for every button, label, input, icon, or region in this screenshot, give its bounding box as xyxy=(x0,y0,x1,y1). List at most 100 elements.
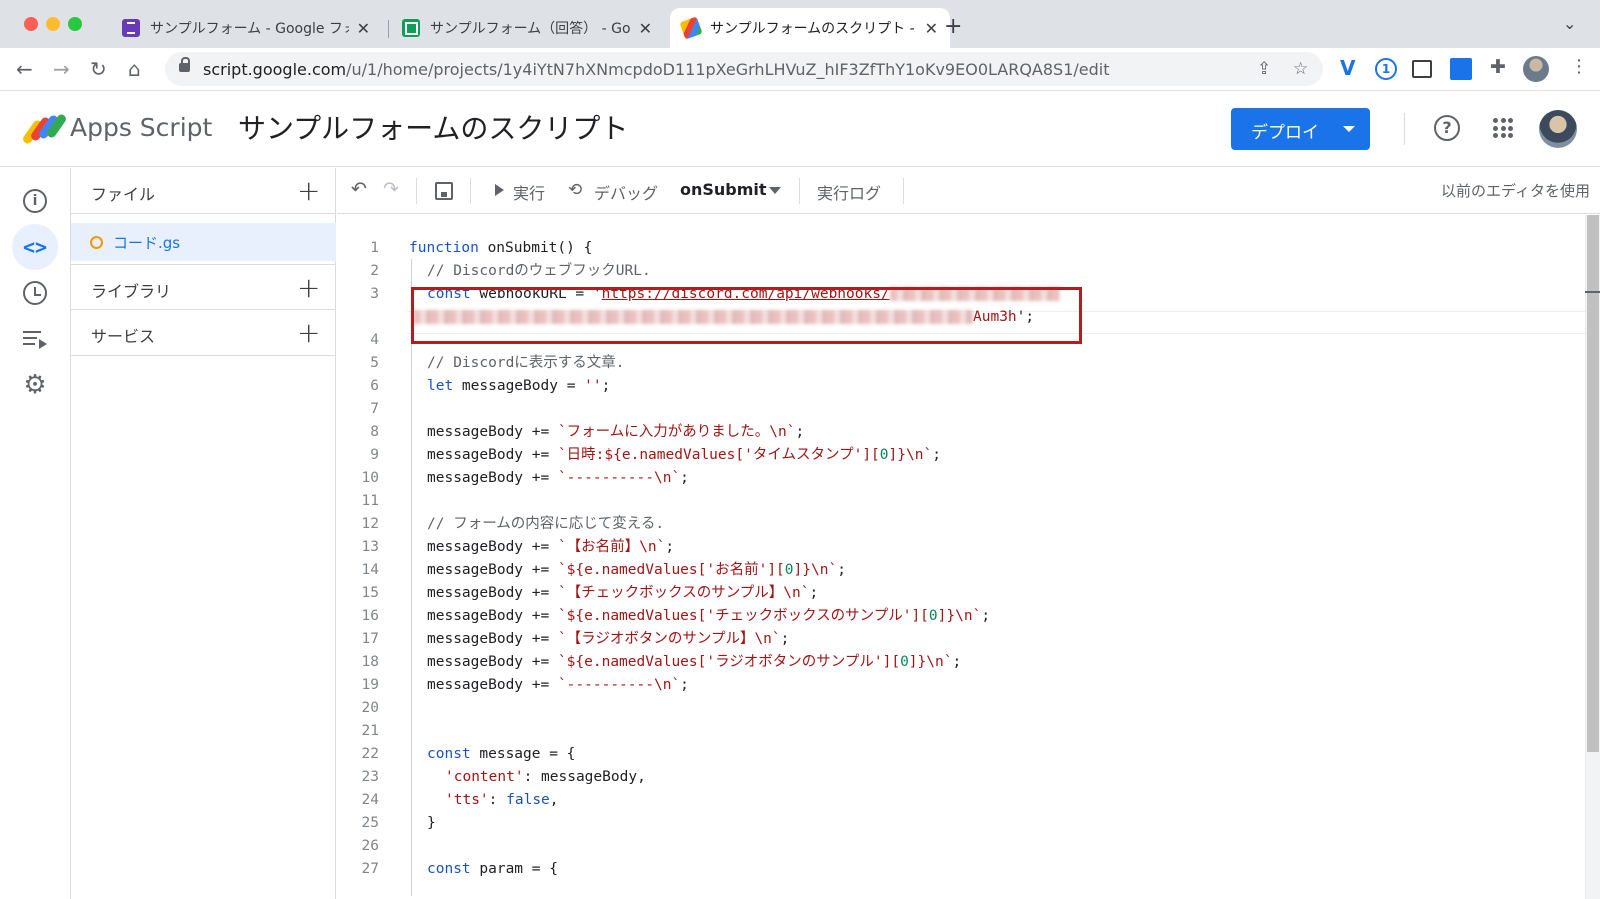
code-line: 25} xyxy=(337,812,1585,835)
back-arrow-icon[interactable]: ← xyxy=(16,57,33,81)
run-button[interactable]: 実行 xyxy=(513,180,545,204)
code-line: 13 messageBody += `【お名前】\n`; xyxy=(337,536,1585,559)
code-token: 'チェックボックスのサンプル' xyxy=(706,608,912,624)
file-item-code-gs[interactable]: コード.gs xyxy=(71,223,336,261)
code-token: messageBody += `【お名前】\n`; xyxy=(427,536,674,559)
browser-tab-sheets[interactable]: サンプルフォーム（回答） - Google スプレッドシート ✕ xyxy=(390,8,664,48)
line-number: 21 xyxy=(361,723,379,739)
browser-tab-apps-script[interactable]: サンプルフォームのスクリプト - Apps Script ✕ xyxy=(670,8,950,48)
code-token: '' xyxy=(584,378,602,394)
browser-toolbar: ← → ↻ ⌂ script.google.com/u/1/home/proje… xyxy=(0,48,1600,91)
code-token: ]}\n` xyxy=(937,608,982,624)
code-token: false xyxy=(506,792,550,808)
execution-log-button[interactable]: 実行ログ xyxy=(817,180,881,204)
line-number: 2 xyxy=(370,263,379,279)
use-legacy-editor-link[interactable]: 以前のエディタを使用 xyxy=(1441,180,1590,201)
screenshot-extension-icon[interactable] xyxy=(1412,60,1432,78)
add-library-button[interactable]: + xyxy=(297,271,320,304)
debug-icon[interactable]: ⟲ xyxy=(568,180,582,200)
brand-name: Apps Script xyxy=(70,113,213,142)
code-token: messageBody += `----------\n`; xyxy=(427,467,689,490)
tab-search-icon[interactable]: ⌄ xyxy=(1563,14,1576,33)
code-editor[interactable]: 1 function onSubmit() { 2 // Discordのウェブフッ… xyxy=(337,215,1585,899)
line-number: 19 xyxy=(361,677,379,693)
line-number: 8 xyxy=(370,424,379,440)
share-icon[interactable]: ⇪ xyxy=(1257,59,1271,79)
code-token: messageBody += xyxy=(427,539,558,555)
forward-arrow-icon[interactable]: → xyxy=(53,57,70,81)
code-token: messageBody += xyxy=(427,562,558,578)
code-line: 16 messageBody += `${e.namedValues['チェックボ… xyxy=(337,605,1585,628)
line-number: 23 xyxy=(361,769,379,785)
triggers-button[interactable] xyxy=(12,270,58,316)
code-token: `【ラジオボタンのサンプル】\n` xyxy=(557,631,781,647)
undo-icon[interactable]: ↶ xyxy=(351,178,367,200)
help-icon[interactable]: ? xyxy=(1434,115,1460,141)
address-bar[interactable]: script.google.com/u/1/home/projects/1y4i… xyxy=(165,52,1323,86)
more-vertical-icon[interactable]: ⋮ xyxy=(1570,56,1592,78)
extension-v-icon[interactable]: V xyxy=(1340,56,1362,80)
code-token: messageBody += xyxy=(427,654,558,670)
code-line: 2 // DiscordのウェブフックURL. xyxy=(337,260,1585,283)
deploy-button[interactable]: デプロイ xyxy=(1231,108,1370,150)
tab-title: サンプルフォーム（回答） - Google スプレッドシート xyxy=(430,21,631,37)
code-line: 20 xyxy=(337,697,1585,720)
code-token: `日時:${e.namedValues[ xyxy=(557,447,745,463)
line-number: 14 xyxy=(361,562,379,578)
code-line: 26 xyxy=(337,835,1585,858)
window-close-button[interactable] xyxy=(24,17,38,31)
settings-button[interactable]: ⚙ xyxy=(12,362,58,408)
line-number: 6 xyxy=(370,378,379,394)
code-token: messageBody += xyxy=(427,447,558,463)
toolbar-divider xyxy=(799,178,800,204)
code-line: 10 messageBody += `----------\n`; xyxy=(337,467,1585,490)
redo-icon[interactable]: ↷ xyxy=(383,178,399,200)
code-token: ; xyxy=(680,677,689,693)
reload-icon[interactable]: ↻ xyxy=(90,57,107,81)
editor-scroll-thumb[interactable] xyxy=(1587,215,1599,752)
extension-s-icon[interactable] xyxy=(1450,58,1472,80)
editor-toolbar: ↶ ↷ 実行 ⟲ デバッグ onSubmit 実行ログ 以前のエディタを使用 xyxy=(337,168,1600,214)
window-zoom-button[interactable] xyxy=(68,17,82,31)
debug-button[interactable]: デバッグ xyxy=(594,180,658,204)
code-token: ; xyxy=(680,470,689,486)
code-token: `${e.namedValues[ xyxy=(557,562,707,578)
overview-button[interactable]: i xyxy=(12,178,58,224)
chevron-down-icon[interactable] xyxy=(769,187,781,194)
code-token: 'tts': false, xyxy=(445,789,559,812)
executions-button[interactable] xyxy=(12,316,58,362)
tab-title: サンプルフォームのスクリプト - Apps Script xyxy=(710,21,917,37)
new-tab-button[interactable]: + xyxy=(944,14,962,39)
close-icon[interactable]: ✕ xyxy=(925,19,938,38)
function-selector[interactable]: onSubmit xyxy=(680,180,767,199)
password-manager-icon[interactable]: 1 xyxy=(1375,58,1397,80)
code-token: messageBody += xyxy=(427,608,558,624)
code-token: 0 xyxy=(784,562,794,578)
close-icon[interactable]: ✕ xyxy=(357,19,370,38)
add-file-button[interactable]: + xyxy=(297,174,320,207)
run-icon[interactable] xyxy=(495,184,504,196)
save-icon[interactable] xyxy=(435,182,453,200)
chevron-down-icon xyxy=(1343,126,1355,132)
editor-button[interactable]: <> xyxy=(12,224,58,270)
bookmark-star-icon[interactable]: ☆ xyxy=(1293,59,1308,79)
line-number: 20 xyxy=(361,700,379,716)
code-token: const param = { xyxy=(427,858,558,881)
project-title[interactable]: サンプルフォームのスクリプト xyxy=(238,107,628,147)
account-avatar[interactable] xyxy=(1539,110,1577,148)
line-number: 11 xyxy=(361,493,379,509)
code-line: 19 messageBody += `----------\n`; xyxy=(337,674,1585,697)
url-text[interactable]: script.google.com/u/1/home/projects/1y4i… xyxy=(203,60,1110,79)
code-token: messageBody += `【ラジオボタンのサンプル】\n`; xyxy=(427,628,789,651)
browser-tab-forms[interactable]: サンプルフォーム - Google フォーム ✕ xyxy=(110,8,382,48)
add-service-button[interactable]: + xyxy=(297,316,320,349)
home-icon[interactable]: ⌂ xyxy=(128,57,141,81)
puzzle-extensions-icon[interactable]: ✚ xyxy=(1490,56,1512,78)
google-apps-icon[interactable] xyxy=(1493,118,1513,138)
code-token: messageBody += xyxy=(427,631,558,647)
window-minimize-button[interactable] xyxy=(46,17,60,31)
close-icon[interactable]: ✕ xyxy=(639,19,652,38)
code-token: , xyxy=(549,792,559,808)
browser-profile-avatar[interactable] xyxy=(1523,56,1549,82)
code-token: `フォームに入力がありました。\n` xyxy=(557,424,796,440)
